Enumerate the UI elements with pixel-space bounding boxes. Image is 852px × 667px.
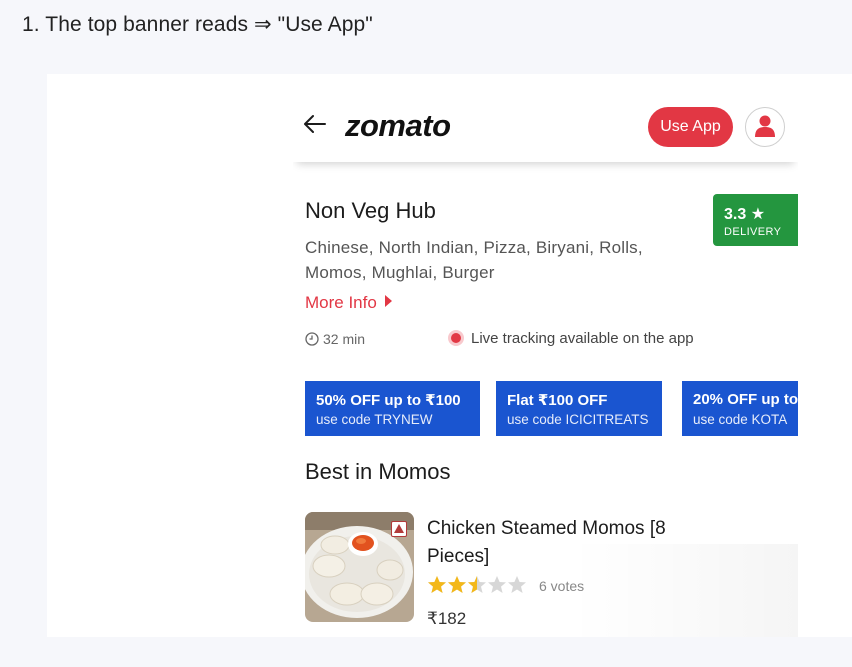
dish-rating-stars bbox=[427, 575, 527, 599]
instruction-caption: 1. The top banner reads ⇒ "Use App" bbox=[22, 13, 373, 36]
restaurant-page: zomato Use App Non Veg Hub Chinese, Nort… bbox=[293, 74, 798, 637]
use-app-button[interactable]: Use App bbox=[648, 107, 733, 147]
offer-card[interactable]: Flat ₹100 OFF use code ICICITREATS bbox=[496, 381, 662, 436]
dish-votes: 6 votes bbox=[539, 578, 585, 594]
dish-name[interactable]: Chicken Steamed Momos [8 Pieces] bbox=[427, 515, 727, 571]
star-icon bbox=[468, 576, 486, 593]
section-title: Best in Momos bbox=[305, 459, 451, 484]
clock-icon bbox=[305, 332, 319, 346]
live-dot-icon bbox=[451, 333, 461, 343]
live-tracking-text: Live tracking available on the app bbox=[471, 330, 694, 347]
star-icon bbox=[428, 576, 446, 593]
more-info-link[interactable]: More Info bbox=[305, 293, 392, 313]
offer-code: use code KOTA bbox=[693, 412, 788, 427]
delivery-time-value: 32 min bbox=[323, 331, 366, 347]
offer-code: use code ICICITREATS bbox=[507, 412, 649, 427]
arrow-left-icon[interactable] bbox=[303, 114, 327, 134]
rating-label: DELIVERY bbox=[724, 226, 782, 238]
offer-code: use code TRYNEW bbox=[316, 412, 433, 427]
delivery-time: 32 min bbox=[305, 331, 365, 347]
offer-title: 50% OFF up to ₹100 bbox=[316, 392, 461, 409]
dish-price: ₹182 bbox=[427, 609, 467, 628]
offer-title: Flat ₹100 OFF bbox=[507, 392, 608, 409]
delivery-rating-badge[interactable]: 3.3 ★ DELIVERY bbox=[713, 194, 798, 246]
live-tracking-note: Live tracking available on the app bbox=[451, 330, 694, 347]
star-icon bbox=[448, 576, 466, 593]
non-veg-icon bbox=[391, 521, 407, 537]
user-avatar-button[interactable] bbox=[745, 107, 785, 147]
offer-card[interactable]: 50% OFF up to ₹100 use code TRYNEW bbox=[305, 381, 480, 436]
caret-right-icon bbox=[384, 295, 392, 307]
zomato-logo[interactable]: zomato bbox=[345, 108, 451, 144]
more-info-label: More Info bbox=[305, 293, 377, 312]
screenshot-frame: zomato Use App Non Veg Hub Chinese, Nort… bbox=[47, 74, 852, 637]
star-icon bbox=[508, 576, 526, 593]
cuisine-list: Chinese, North Indian, Pizza, Biryani, R… bbox=[305, 238, 643, 282]
top-header: zomato Use App bbox=[293, 74, 798, 162]
star-icon: ★ bbox=[750, 206, 766, 223]
offer-card[interactable]: 20% OFF up to use code KOTA bbox=[682, 381, 798, 436]
star-icon bbox=[488, 576, 506, 593]
user-icon bbox=[755, 115, 775, 137]
offer-title: 20% OFF up to bbox=[693, 391, 798, 408]
rating-value: 3.3 ★ bbox=[724, 206, 766, 223]
restaurant-name: Non Veg Hub bbox=[305, 198, 436, 223]
